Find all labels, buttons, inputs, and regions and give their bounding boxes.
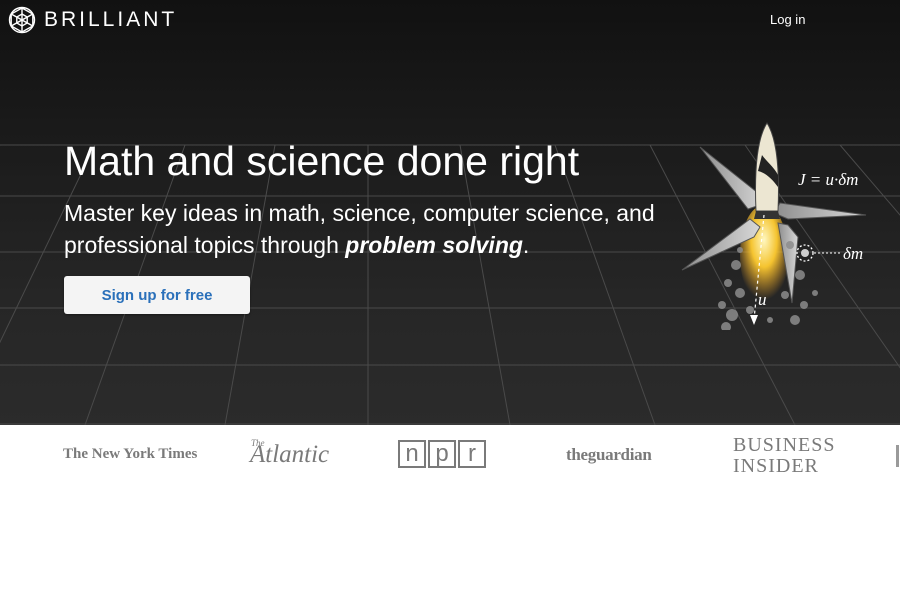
rocket-nozzle bbox=[754, 211, 780, 219]
npr-letter-n: n bbox=[398, 440, 426, 468]
login-link[interactable]: Log in bbox=[770, 12, 805, 27]
press-logo-nyt: The New York Times bbox=[63, 446, 198, 462]
press-bar: The New York Times The Atlantic n p r the… bbox=[0, 425, 900, 487]
rocket-wing-right bbox=[773, 202, 867, 220]
impulse-equation: J = u·δm bbox=[798, 170, 858, 189]
hero-section: BRILLIANT Log in Math and science done r… bbox=[0, 0, 900, 425]
press-logo-business-insider: BUSINESS INSIDER bbox=[733, 435, 835, 477]
hero-title: Math and science done right bbox=[64, 138, 580, 184]
hero-subtitle-emphasis: problem solving bbox=[345, 232, 523, 258]
signup-button[interactable]: Sign up for free bbox=[64, 276, 250, 314]
atlantic-prefix: The bbox=[251, 438, 265, 448]
brilliant-logo-icon bbox=[8, 6, 36, 34]
press-logo-npr: n p r bbox=[398, 440, 488, 468]
npr-letter-r: r bbox=[458, 440, 486, 468]
mass-label: δm bbox=[843, 244, 863, 263]
hero-subtitle: Master key ideas in math, science, compu… bbox=[64, 197, 704, 261]
press-logo-guardian: theguardian bbox=[566, 445, 652, 464]
velocity-label: u bbox=[758, 290, 767, 309]
bi-line-2: INSIDER bbox=[733, 455, 819, 477]
hero-subtitle-end: . bbox=[522, 232, 530, 258]
npr-letter-p: p bbox=[428, 440, 456, 468]
press-logo-atlantic: The Atlantic bbox=[250, 438, 329, 469]
brand-logo[interactable]: BRILLIANT bbox=[8, 6, 177, 34]
brand-name: BRILLIANT bbox=[44, 8, 178, 31]
velocity-arrowhead bbox=[750, 315, 758, 325]
mass-particle bbox=[801, 249, 809, 257]
press-logo-partial bbox=[896, 445, 899, 467]
bi-line-1: BUSINESS bbox=[733, 434, 836, 456]
rocket-illustration: J = u·δm δm u bbox=[681, 122, 867, 330]
